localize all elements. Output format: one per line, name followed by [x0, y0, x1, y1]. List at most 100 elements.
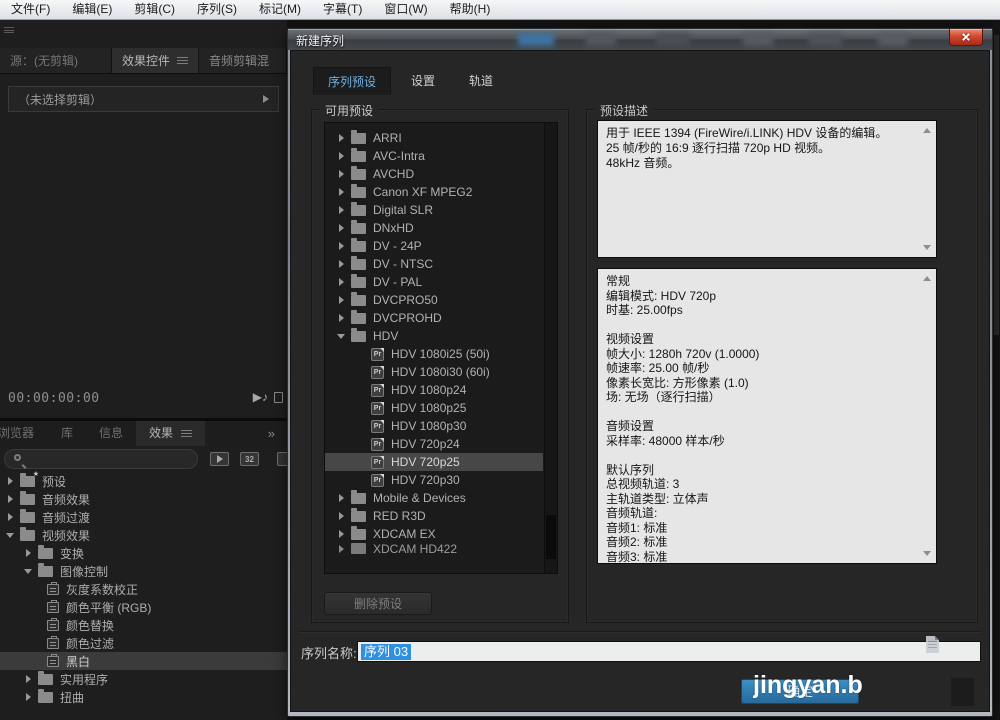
tab-effect-controls[interactable]: 效果控件 [112, 48, 199, 73]
delete-preset-button[interactable]: 删除预设 [324, 592, 432, 615]
twirl-icon[interactable] [337, 169, 349, 179]
preset-row[interactable]: HDV 1080i30 (60i) [325, 363, 543, 381]
preset-row[interactable]: HDV 1080p24 [325, 381, 543, 399]
scrollbar-thumb[interactable] [546, 515, 556, 559]
panel-menu-icon[interactable] [4, 27, 14, 33]
panel-menu-icon[interactable] [181, 430, 192, 437]
preset-row[interactable]: HDV 1080p30 [325, 417, 543, 435]
preset-row[interactable]: ARRI [325, 129, 543, 147]
sequence-name-input[interactable]: 序列 03 [357, 641, 981, 662]
twirl-icon[interactable] [337, 187, 349, 197]
panel-menu-icon[interactable] [177, 57, 188, 64]
preset-row[interactable]: DVCPRO50 [325, 291, 543, 309]
tab-overflow-chevron[interactable]: » [268, 426, 275, 441]
effects-tree-row[interactable]: 图像控制 [0, 562, 287, 580]
preset-row[interactable]: Digital SLR [325, 201, 543, 219]
yuv-effects-badge-icon[interactable] [277, 452, 287, 466]
twirl-icon[interactable] [337, 331, 349, 341]
twirl-icon[interactable] [337, 313, 349, 323]
twirl-icon[interactable] [337, 241, 349, 251]
tab-effects[interactable]: 效果 [136, 421, 205, 446]
tab-media-browser[interactable]: 媒体浏览器 [0, 421, 48, 446]
twirl-icon[interactable] [24, 674, 36, 684]
scroll-up-icon[interactable] [923, 128, 931, 133]
preset-row[interactable]: XDCAM EX [325, 525, 543, 543]
twirl-icon[interactable] [337, 493, 349, 503]
menu-item[interactable]: 窗口(W) [373, 0, 438, 19]
preset-row[interactable]: HDV 720p25 [325, 453, 543, 471]
effects-tree-row[interactable]: 灰度系数校正 [0, 580, 287, 598]
effects-tree-row[interactable]: 音频过渡 [0, 508, 287, 526]
twirl-icon[interactable] [6, 494, 18, 504]
effects-tree-row[interactable]: 颜色过滤 [0, 634, 287, 652]
preset-row[interactable]: AVC-Intra [325, 147, 543, 165]
effects-tree-row[interactable]: 扭曲 [0, 688, 287, 706]
preset-row[interactable]: DV - PAL [325, 273, 543, 291]
tab-info[interactable]: 信息 [86, 421, 136, 446]
effects-tree-row[interactable]: 黑白 [0, 652, 287, 670]
twirl-icon[interactable] [337, 205, 349, 215]
preset-row[interactable]: AVCHD [325, 165, 543, 183]
twirl-icon[interactable] [337, 529, 349, 539]
twirl-icon[interactable] [6, 512, 18, 522]
tab-settings[interactable]: 设置 [397, 67, 449, 95]
play-audio-icon[interactable]: ▶♪ [253, 390, 268, 404]
effects-tree-row[interactable]: 颜色替换 [0, 616, 287, 634]
twirl-icon[interactable] [337, 544, 349, 554]
preset-row[interactable]: DV - NTSC [325, 255, 543, 273]
preset-row[interactable]: Mobile & Devices [325, 489, 543, 507]
scroll-up-icon[interactable] [923, 276, 931, 281]
twirl-icon[interactable] [337, 295, 349, 305]
preset-row[interactable]: HDV [325, 327, 543, 345]
accelerated-effects-badge-icon[interactable] [210, 452, 229, 466]
twirl-icon[interactable] [337, 259, 349, 269]
preset-row[interactable]: DNxHD [325, 219, 543, 237]
preset-row[interactable]: HDV 720p24 [325, 435, 543, 453]
preset-row[interactable]: DVCPROHD [325, 309, 543, 327]
effects-tree-row[interactable]: 颜色平衡 (RGB) [0, 598, 287, 616]
tab-sequence-presets[interactable]: 序列预设 [313, 67, 391, 95]
menu-item[interactable]: 字幕(T) [312, 0, 373, 19]
scroll-down-icon[interactable] [923, 245, 931, 250]
chevron-right-icon[interactable] [263, 95, 269, 103]
search-input[interactable] [4, 449, 198, 469]
menu-item[interactable]: 剪辑(C) [123, 0, 186, 19]
preset-row[interactable]: DV - 24P [325, 237, 543, 255]
twirl-icon[interactable] [337, 151, 349, 161]
dialog-titlebar[interactable]: 新建序列 [288, 29, 992, 50]
menu-item[interactable]: 标记(M) [248, 0, 312, 19]
close-icon[interactable] [949, 29, 983, 46]
clipped-icon[interactable] [274, 392, 283, 403]
preset-row[interactable]: XDCAM HD422 [325, 543, 543, 554]
twirl-icon[interactable] [6, 476, 18, 486]
preset-list-scrollbar[interactable] [544, 123, 557, 573]
preset-row[interactable]: HDV 1080i25 (50i) [325, 345, 543, 363]
tab-library[interactable]: 库 [48, 421, 86, 446]
twirl-icon[interactable] [337, 133, 349, 143]
effects-tree-row[interactable]: 实用程序 [0, 670, 287, 688]
preset-row[interactable]: HDV 1080p25 [325, 399, 543, 417]
32bit-effects-badge-icon[interactable] [240, 452, 259, 466]
twirl-icon[interactable] [24, 548, 36, 558]
tab-source[interactable]: 源：(无剪辑) [0, 48, 112, 73]
tab-tracks[interactable]: 轨道 [455, 67, 507, 95]
scroll-down-icon[interactable] [923, 551, 931, 556]
preset-row[interactable]: Canon XF MPEG2 [325, 183, 543, 201]
menu-item[interactable]: 文件(F) [0, 0, 61, 19]
menu-item[interactable]: 帮助(H) [439, 0, 502, 19]
twirl-icon[interactable] [337, 277, 349, 287]
effects-tree-row[interactable]: 变换 [0, 544, 287, 562]
twirl-icon[interactable] [337, 223, 349, 233]
effects-tree-row[interactable]: 视频效果 [0, 526, 287, 544]
effects-tree-row[interactable]: 音频效果 [0, 490, 287, 508]
preset-row[interactable]: HDV 720p30 [325, 471, 543, 489]
preset-row[interactable]: RED R3D [325, 507, 543, 525]
tab-audio-clip-mixer[interactable]: 音频剪辑混 [199, 48, 287, 73]
twirl-icon[interactable] [24, 566, 36, 576]
menu-item[interactable]: 序列(S) [186, 0, 248, 19]
effects-tree-row[interactable]: 预设 [0, 472, 287, 490]
menu-item[interactable]: 编辑(E) [61, 0, 123, 19]
twirl-icon[interactable] [24, 692, 36, 702]
twirl-icon[interactable] [337, 511, 349, 521]
twirl-icon[interactable] [6, 530, 18, 540]
